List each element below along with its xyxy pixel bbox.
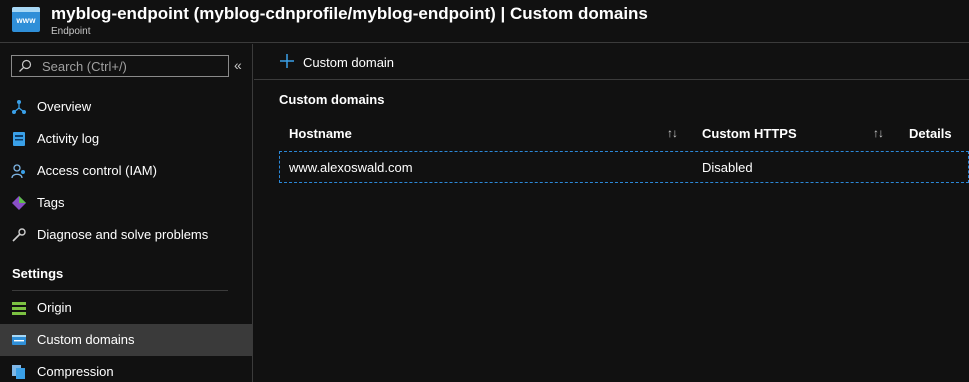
iam-icon (11, 164, 25, 179)
sort-https-icon[interactable]: ↑↓ (873, 126, 884, 140)
content-pane: Custom domain Custom domains Hostname ↑↓… (254, 44, 969, 382)
sidebar-item-label: Origin (37, 300, 72, 315)
sidebar-item-label: Custom domains (37, 332, 135, 347)
resource-menu: Search (Ctrl+/) « Overview Activity log … (0, 44, 253, 382)
search-placeholder: Search (Ctrl+/) (42, 59, 127, 74)
sidebar-item-tags[interactable]: Tags (0, 187, 253, 219)
sidebar-item-custom-domains[interactable]: Custom domains (0, 324, 253, 356)
page-subtitle: Endpoint (51, 26, 91, 37)
sidebar-item-label: Overview (37, 99, 92, 114)
sidebar-item-origin[interactable]: Origin (0, 292, 253, 324)
grid-title: Custom domains (279, 92, 385, 107)
https-status-cell: Disabled (702, 160, 753, 175)
column-header-hostname[interactable]: Hostname (289, 126, 352, 141)
table-row[interactable]: www.alexoswald.com Disabled (279, 151, 969, 183)
sidebar-item-access-control[interactable]: Access control (IAM) (0, 155, 253, 187)
add-custom-domain-button[interactable]: Custom domain (278, 52, 408, 72)
sidebar-item-diagnose[interactable]: Diagnose and solve problems (0, 219, 253, 251)
section-divider (12, 290, 228, 291)
command-bar: Custom domain (254, 44, 969, 80)
tag-icon (12, 196, 26, 210)
sidebar-item-label: Compression (37, 364, 114, 379)
collapse-menu-button[interactable]: « (234, 57, 242, 73)
compression-icon (12, 365, 25, 379)
search-icon (19, 59, 32, 72)
sidebar-item-activity-log[interactable]: Activity log (0, 123, 253, 155)
search-input[interactable]: Search (Ctrl+/) (11, 55, 229, 77)
overview-icon (12, 100, 26, 114)
wrench-icon (12, 228, 26, 242)
add-button-label: Custom domain (303, 55, 395, 70)
sidebar-item-label: Activity log (37, 131, 100, 146)
activity-log-icon (13, 132, 25, 146)
origin-icon (12, 302, 26, 315)
sidebar-item-label: Access control (IAM) (37, 163, 157, 178)
sidebar-item-compression[interactable]: Compression (0, 356, 253, 382)
sidebar-item-label: Tags (37, 195, 65, 210)
settings-section-title: Settings (12, 266, 64, 281)
sidebar-item-label: Diagnose and solve problems (37, 227, 209, 242)
custom-domains-icon (12, 335, 26, 345)
column-header-custom-https[interactable]: Custom HTTPS (702, 126, 797, 141)
endpoint-www-icon: www (12, 7, 40, 32)
hostname-cell: www.alexoswald.com (289, 160, 413, 175)
column-header-details[interactable]: Details (909, 126, 952, 141)
plus-icon (280, 54, 294, 68)
sort-hostname-icon[interactable]: ↑↓ (667, 126, 678, 140)
blade-header: www myblog-endpoint (myblog-cdnprofile/m… (0, 0, 969, 43)
page-title: myblog-endpoint (myblog-cdnprofile/myblo… (51, 4, 648, 23)
sidebar-item-overview[interactable]: Overview (0, 91, 253, 123)
